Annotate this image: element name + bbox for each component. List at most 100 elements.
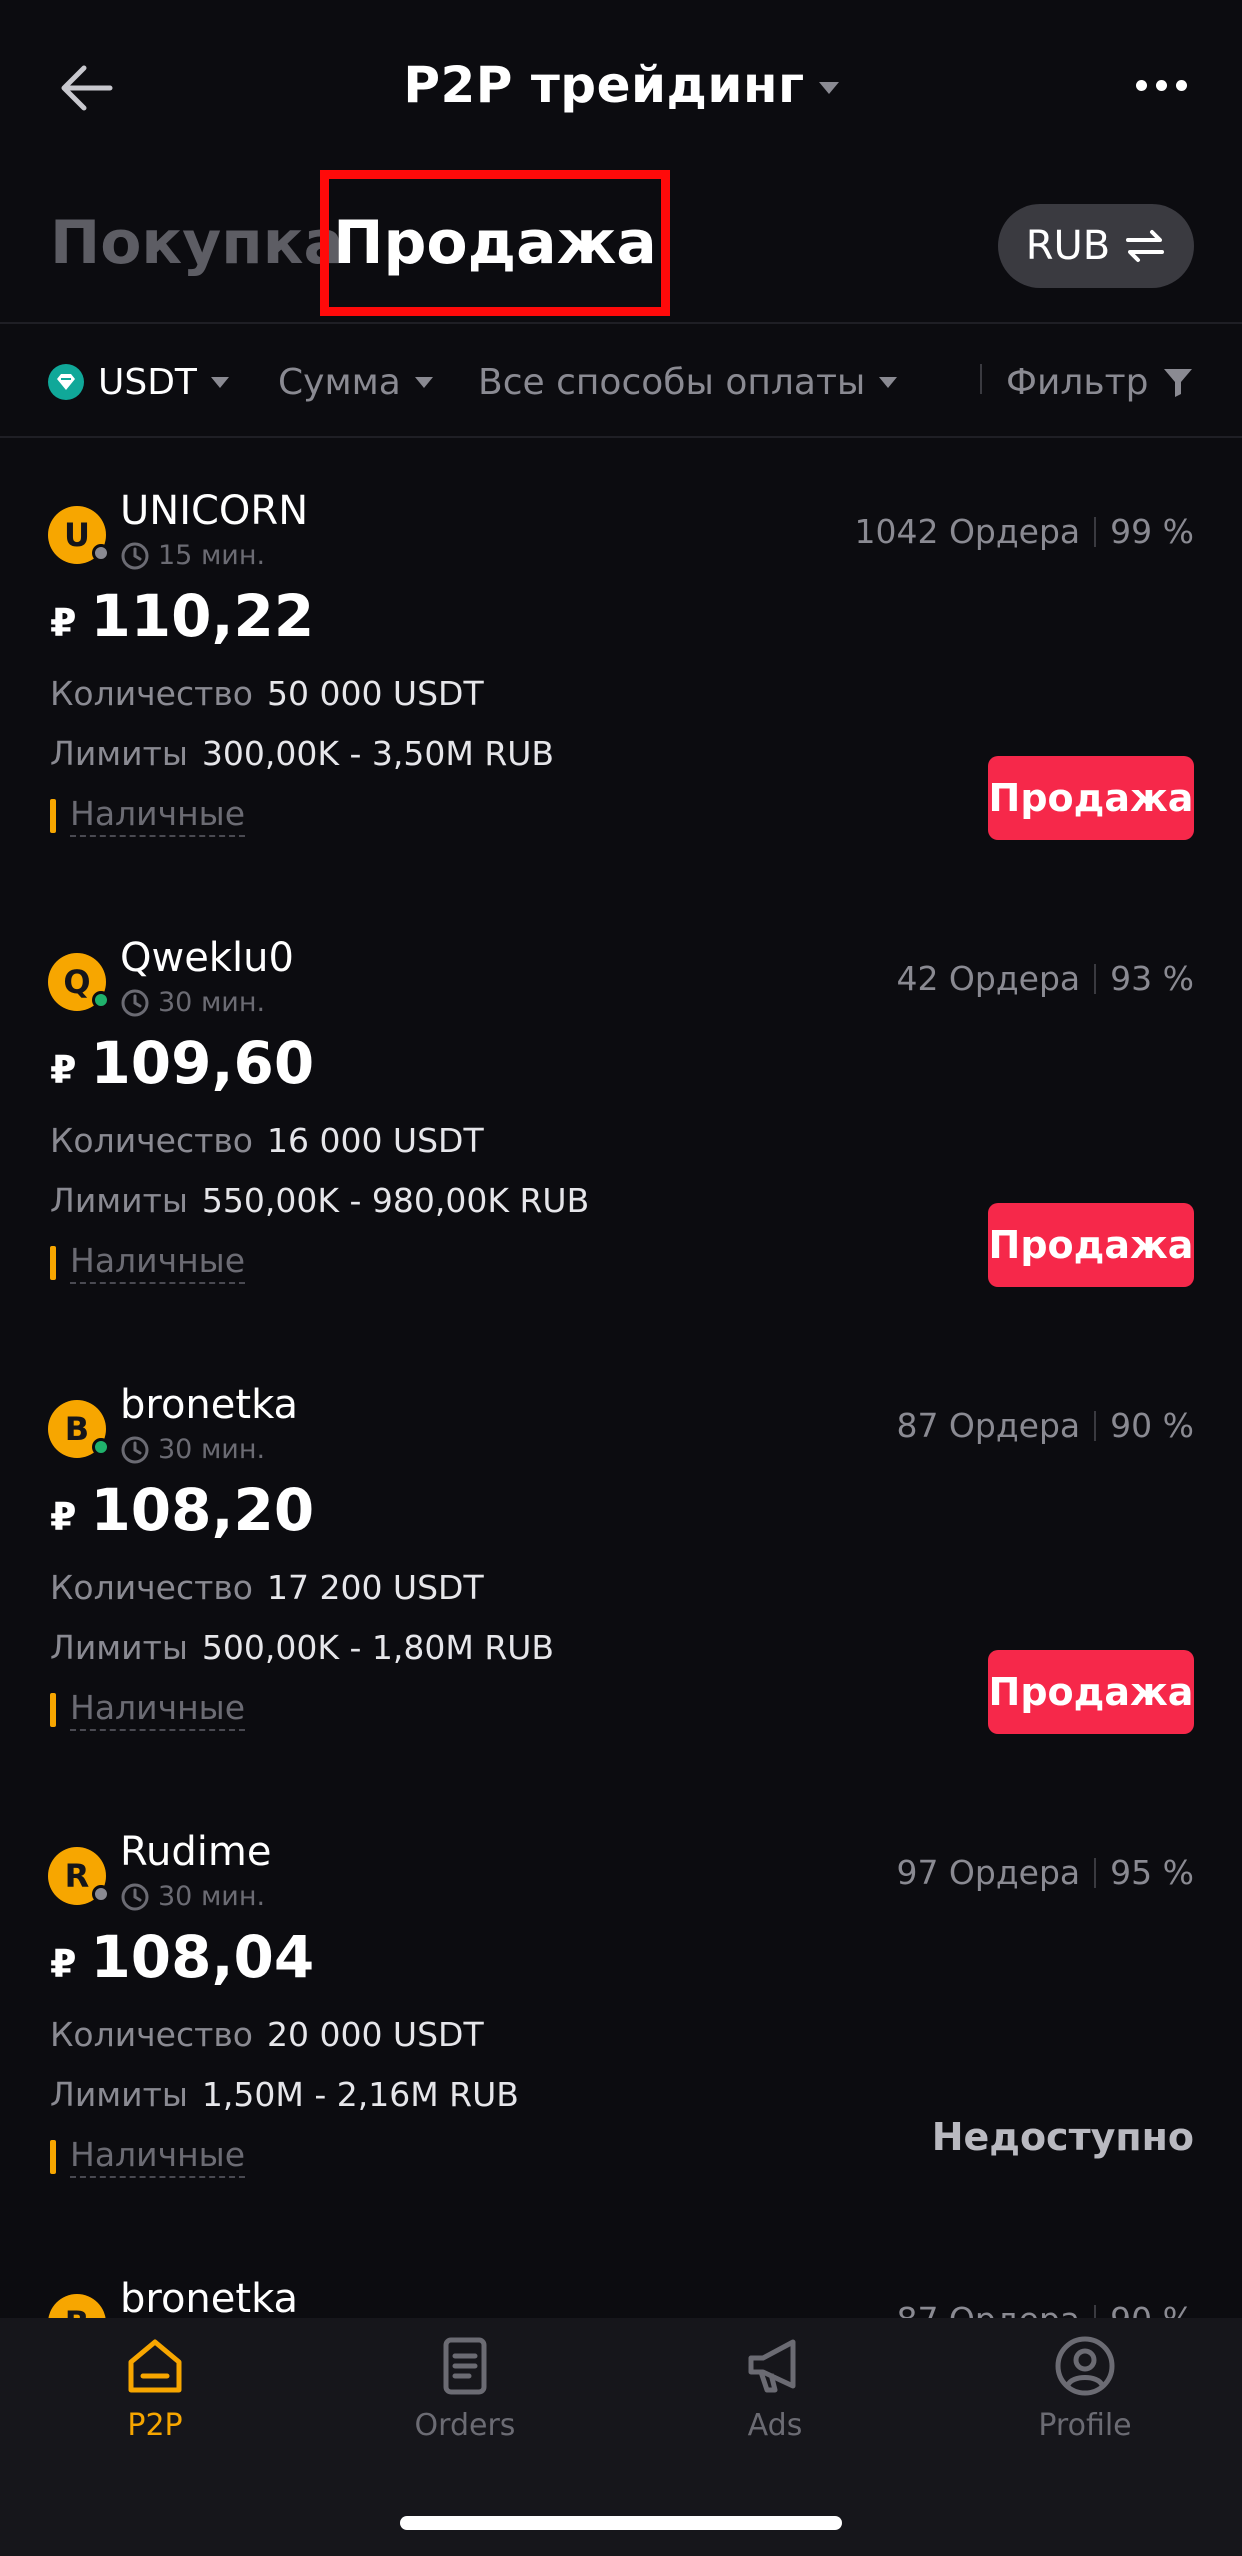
payment-marker [50, 1245, 56, 1280]
dot-icon [1175, 79, 1187, 91]
currency-switch-button[interactable]: RUB [998, 204, 1194, 288]
caret-down-icon [414, 376, 433, 388]
sell-button[interactable]: Продажа [988, 1203, 1194, 1287]
home-icon [128, 2339, 182, 2393]
nav-ads[interactable]: Ads [620, 2334, 930, 2504]
chevron-down-icon [818, 82, 839, 94]
offer-card[interactable]: U UNICORN 15 мин. 1042 Ордера 99 % ₽110,22 Кол… [0, 440, 1242, 887]
payment-method: Наличные [50, 1241, 246, 1284]
merchant-name[interactable]: Rudime [120, 1829, 271, 1875]
merchant-name[interactable]: bronetka [120, 2276, 298, 2320]
quantity-row: Количество 20 000 USDT [50, 2015, 484, 2054]
completion-rate: 99 % [1110, 512, 1194, 551]
sell-button[interactable]: Продажа [988, 1650, 1194, 1734]
time-value: 30 мин. [158, 1434, 266, 1465]
clock-icon [121, 989, 149, 1016]
tab-sell[interactable]: Продажа [333, 208, 657, 278]
completion-rate: 93 % [1110, 959, 1194, 998]
payment-marker [50, 2139, 56, 2174]
quantity-label: Количество [50, 1121, 253, 1160]
quantity-row: Количество 16 000 USDT [50, 1121, 484, 1160]
time-value: 30 мин. [158, 987, 266, 1018]
offer-card[interactable]: Bbronetka30 мин.87 Ордера90 % [0, 2228, 1242, 2320]
payment-method-text[interactable]: Наличные [70, 2135, 246, 2178]
payment-method-text[interactable]: Наличные [70, 1688, 246, 1731]
completion-rate: 90 % [1110, 2300, 1194, 2320]
nav-orders[interactable]: Orders [310, 2334, 620, 2504]
caret-down-icon [879, 376, 898, 388]
clock-icon [121, 1436, 149, 1463]
dot-icon [1155, 79, 1167, 91]
home-indicator [400, 2516, 842, 2530]
orders-icon [443, 2337, 487, 2395]
offer-card[interactable]: R Rudime 30 мин. 97 Ордера 95 % ₽108,04 Количе… [0, 1781, 1242, 2228]
quantity-row: Количество 17 200 USDT [50, 1568, 484, 1607]
avatar[interactable]: B [48, 2294, 106, 2320]
merchant-name[interactable]: Qweklu0 [120, 935, 294, 981]
avg-time: 30 мин. [120, 1434, 265, 1465]
filter-button[interactable]: Фильтр [1006, 326, 1194, 438]
clock-icon [121, 542, 149, 569]
completion-rate: 90 % [1110, 1406, 1194, 1445]
avg-time: 30 мин. [120, 987, 265, 1018]
payment-method: Наличные [50, 794, 246, 837]
limits-label: Лимиты [50, 1628, 188, 1667]
amount-label: Сумма [278, 361, 401, 403]
coin-label: USDT [98, 361, 197, 403]
profile-icon [1055, 2336, 1115, 2396]
divider [980, 364, 982, 394]
avg-time: 15 мин. [120, 540, 265, 571]
nav-profile[interactable]: Profile [930, 2334, 1240, 2504]
orders-count: 97 Ордера [896, 1853, 1081, 1892]
payment-method-filter[interactable]: Все способы оплаты [478, 326, 898, 438]
orders-count: 42 Ордера [896, 959, 1081, 998]
time-value: 30 мин. [158, 1881, 266, 1912]
time-value: 15 мин. [158, 540, 266, 571]
trade-side-tabs: Покупка Продажа RUB [0, 170, 1242, 324]
tab-buy[interactable]: Покупка [50, 208, 344, 278]
nav-label: Profile [1038, 2408, 1132, 2443]
payment-method-text[interactable]: Наличные [70, 1241, 246, 1284]
tab-sell-highlight[interactable]: Продажа [320, 170, 670, 316]
amount-filter[interactable]: Сумма [278, 326, 433, 438]
limits-value: 550,00K - 980,00K RUB [201, 1181, 590, 1220]
limits-value: 500,00K - 1,80M RUB [201, 1628, 555, 1667]
payment-marker [50, 798, 56, 833]
avatar[interactable]: B [48, 1400, 110, 1458]
avatar[interactable]: U [48, 506, 110, 564]
status-dot [92, 544, 110, 562]
offer-card[interactable]: Q Qweklu0 30 мин. 42 Ордера 93 % ₽109,60 Колич… [0, 887, 1242, 1334]
quantity-value: 16 000 USDT [266, 1121, 484, 1160]
nav-label: Orders [414, 2408, 516, 2443]
divider [1094, 1410, 1097, 1441]
avatar[interactable]: R [48, 1847, 110, 1905]
sell-button[interactable]: Продажа [988, 756, 1194, 840]
header: P2P трейдинг [0, 0, 1242, 170]
coin-selector[interactable]: USDT [48, 326, 229, 438]
price-value: 109,60 [90, 1029, 315, 1097]
currency-sign: ₽ [50, 1942, 77, 1986]
merchant-stats: 97 Ордера 95 % [896, 1853, 1194, 1892]
quantity-row: Количество 50 000 USDT [50, 674, 484, 713]
merchant-name[interactable]: UNICORN [120, 488, 308, 534]
avatar[interactable]: Q [48, 953, 110, 1011]
more-options-button[interactable] [1126, 60, 1196, 110]
avatar-initial: Q [63, 963, 91, 1001]
divider [1094, 963, 1097, 994]
merchant-name[interactable]: bronetka [120, 1382, 298, 1428]
status-dot [92, 1885, 110, 1903]
clock-icon [121, 1883, 149, 1910]
quantity-value: 17 200 USDT [266, 1568, 484, 1607]
nav-p2p[interactable]: P2P [0, 2334, 310, 2504]
unavailable-label: Недоступно [931, 2115, 1194, 2159]
offer-card[interactable]: Bbronetka 30 мин. 87 Ордера 90 % ₽108,20 Коли… [0, 1334, 1242, 1781]
title-dropdown[interactable]: P2P трейдинг [0, 40, 1242, 130]
caret-down-icon [210, 376, 229, 388]
limits-row: Лимиты 1,50M - 2,16M RUB [50, 2075, 519, 2114]
funnel-icon [1164, 369, 1193, 397]
limits-label: Лимиты [50, 1181, 188, 1220]
payment-method: Наличные [50, 2135, 246, 2178]
payment-method-text[interactable]: Наличные [70, 794, 246, 837]
offer-list: U UNICORN 15 мин. 1042 Ордера 99 % ₽110,22 Кол… [0, 440, 1242, 2320]
dot-icon [1135, 79, 1147, 91]
